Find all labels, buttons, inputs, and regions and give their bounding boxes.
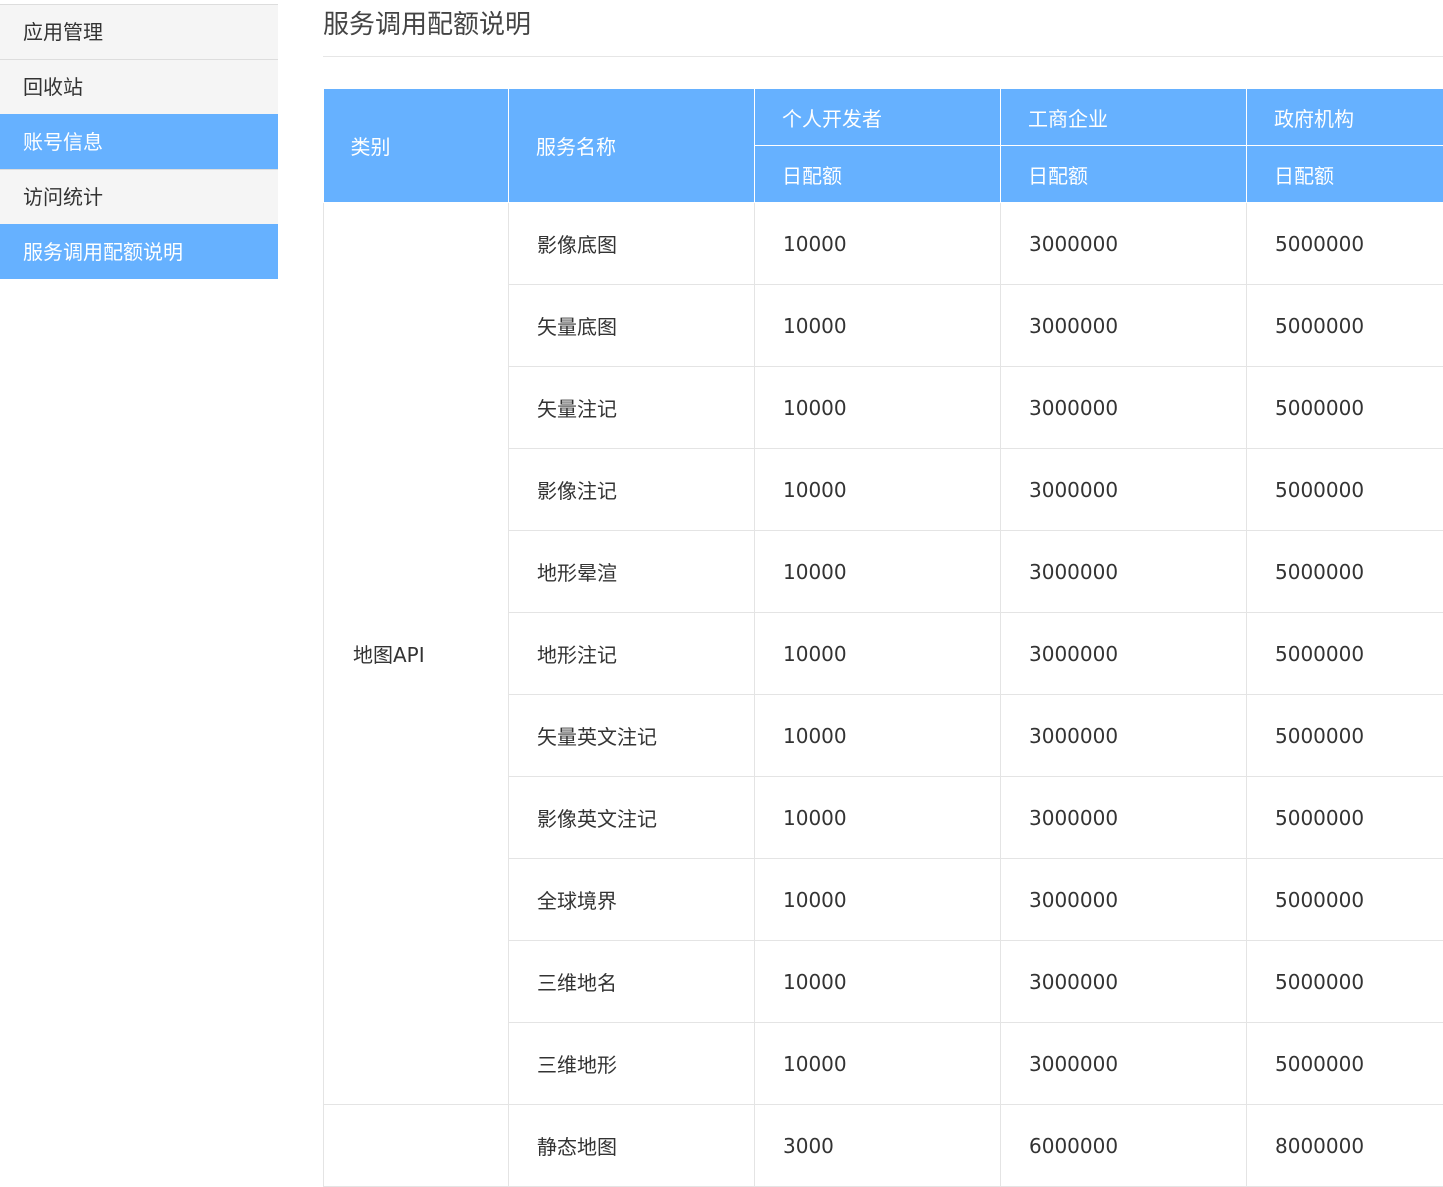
header-government: 政府机构 — [1247, 89, 1443, 146]
service-name-cell: 全球境界 — [509, 859, 755, 941]
enterprise-quota-cell: 3000000 — [1001, 203, 1247, 285]
government-quota-cell: 5000000 — [1247, 695, 1443, 777]
government-quota-cell: 5000000 — [1247, 203, 1443, 285]
service-name-cell: 影像英文注记 — [509, 777, 755, 859]
service-name-cell: 三维地形 — [509, 1023, 755, 1105]
enterprise-quota-cell: 3000000 — [1001, 777, 1247, 859]
enterprise-quota-cell: 3000000 — [1001, 695, 1247, 777]
government-quota-cell: 5000000 — [1247, 449, 1443, 531]
government-quota-cell: 5000000 — [1247, 285, 1443, 367]
table-header: 类别 服务名称 个人开发者 工商企业 政府机构 日配额 日配额 日配额 — [324, 89, 1443, 203]
personal-quota-cell: 10000 — [755, 941, 1001, 1023]
government-quota-cell: 5000000 — [1247, 531, 1443, 613]
header-daily-quota-enterprise: 日配额 — [1001, 146, 1247, 203]
enterprise-quota-cell: 3000000 — [1001, 613, 1247, 695]
category-cell — [324, 1105, 509, 1187]
quota-table: 类别 服务名称 个人开发者 工商企业 政府机构 日配额 日配额 日配额 地图AP… — [323, 88, 1443, 1187]
government-quota-cell: 5000000 — [1247, 941, 1443, 1023]
table-body: 地图API影像底图1000030000005000000矢量底图10000300… — [324, 203, 1443, 1187]
enterprise-quota-cell: 3000000 — [1001, 941, 1247, 1023]
enterprise-quota-cell: 3000000 — [1001, 531, 1247, 613]
personal-quota-cell: 3000 — [755, 1105, 1001, 1187]
personal-quota-cell: 10000 — [755, 695, 1001, 777]
table-row: 地图API影像底图1000030000005000000 — [324, 203, 1443, 285]
personal-quota-cell: 10000 — [755, 531, 1001, 613]
category-cell: 地图API — [324, 203, 509, 1105]
personal-quota-cell: 10000 — [755, 613, 1001, 695]
service-name-cell: 矢量底图 — [509, 285, 755, 367]
enterprise-quota-cell: 3000000 — [1001, 449, 1247, 531]
header-daily-quota-government: 日配额 — [1247, 146, 1443, 203]
sidebar-item[interactable]: 账号信息 — [0, 114, 278, 169]
service-name-cell: 矢量英文注记 — [509, 695, 755, 777]
sidebar-item[interactable]: 访问统计 — [0, 169, 278, 224]
personal-quota-cell: 10000 — [755, 1023, 1001, 1105]
service-name-cell: 矢量注记 — [509, 367, 755, 449]
sidebar-nav: 应用管理回收站账号信息访问统计服务调用配额说明 — [0, 4, 278, 279]
enterprise-quota-cell: 3000000 — [1001, 1023, 1247, 1105]
service-name-cell: 影像注记 — [509, 449, 755, 531]
service-name-cell: 地形晕渲 — [509, 531, 755, 613]
header-daily-quota-personal: 日配额 — [755, 146, 1001, 203]
personal-quota-cell: 10000 — [755, 203, 1001, 285]
sidebar-item[interactable]: 应用管理 — [0, 4, 278, 59]
personal-quota-cell: 10000 — [755, 449, 1001, 531]
table-row: 静态地图300060000008000000 — [324, 1105, 1443, 1187]
personal-quota-cell: 10000 — [755, 285, 1001, 367]
enterprise-quota-cell: 3000000 — [1001, 367, 1247, 449]
main-content: 服务调用配额说明 类别 服务名称 个人开发者 工商企业 政府机构 日配额 日配额… — [323, 0, 1443, 57]
government-quota-cell: 5000000 — [1247, 777, 1443, 859]
header-enterprise: 工商企业 — [1001, 89, 1247, 146]
service-name-cell: 三维地名 — [509, 941, 755, 1023]
government-quota-cell: 5000000 — [1247, 367, 1443, 449]
government-quota-cell: 8000000 — [1247, 1105, 1443, 1187]
service-name-cell: 影像底图 — [509, 203, 755, 285]
service-name-cell: 地形注记 — [509, 613, 755, 695]
header-category: 类别 — [324, 89, 509, 203]
page-title: 服务调用配额说明 — [323, 0, 1443, 57]
government-quota-cell: 5000000 — [1247, 1023, 1443, 1105]
header-service-name: 服务名称 — [509, 89, 755, 203]
enterprise-quota-cell: 3000000 — [1001, 859, 1247, 941]
sidebar-item[interactable]: 回收站 — [0, 59, 278, 114]
personal-quota-cell: 10000 — [755, 859, 1001, 941]
sidebar-item[interactable]: 服务调用配额说明 — [0, 224, 278, 279]
enterprise-quota-cell: 6000000 — [1001, 1105, 1247, 1187]
personal-quota-cell: 10000 — [755, 777, 1001, 859]
personal-quota-cell: 10000 — [755, 367, 1001, 449]
header-personal-developer: 个人开发者 — [755, 89, 1001, 146]
service-name-cell: 静态地图 — [509, 1105, 755, 1187]
government-quota-cell: 5000000 — [1247, 859, 1443, 941]
government-quota-cell: 5000000 — [1247, 613, 1443, 695]
enterprise-quota-cell: 3000000 — [1001, 285, 1247, 367]
